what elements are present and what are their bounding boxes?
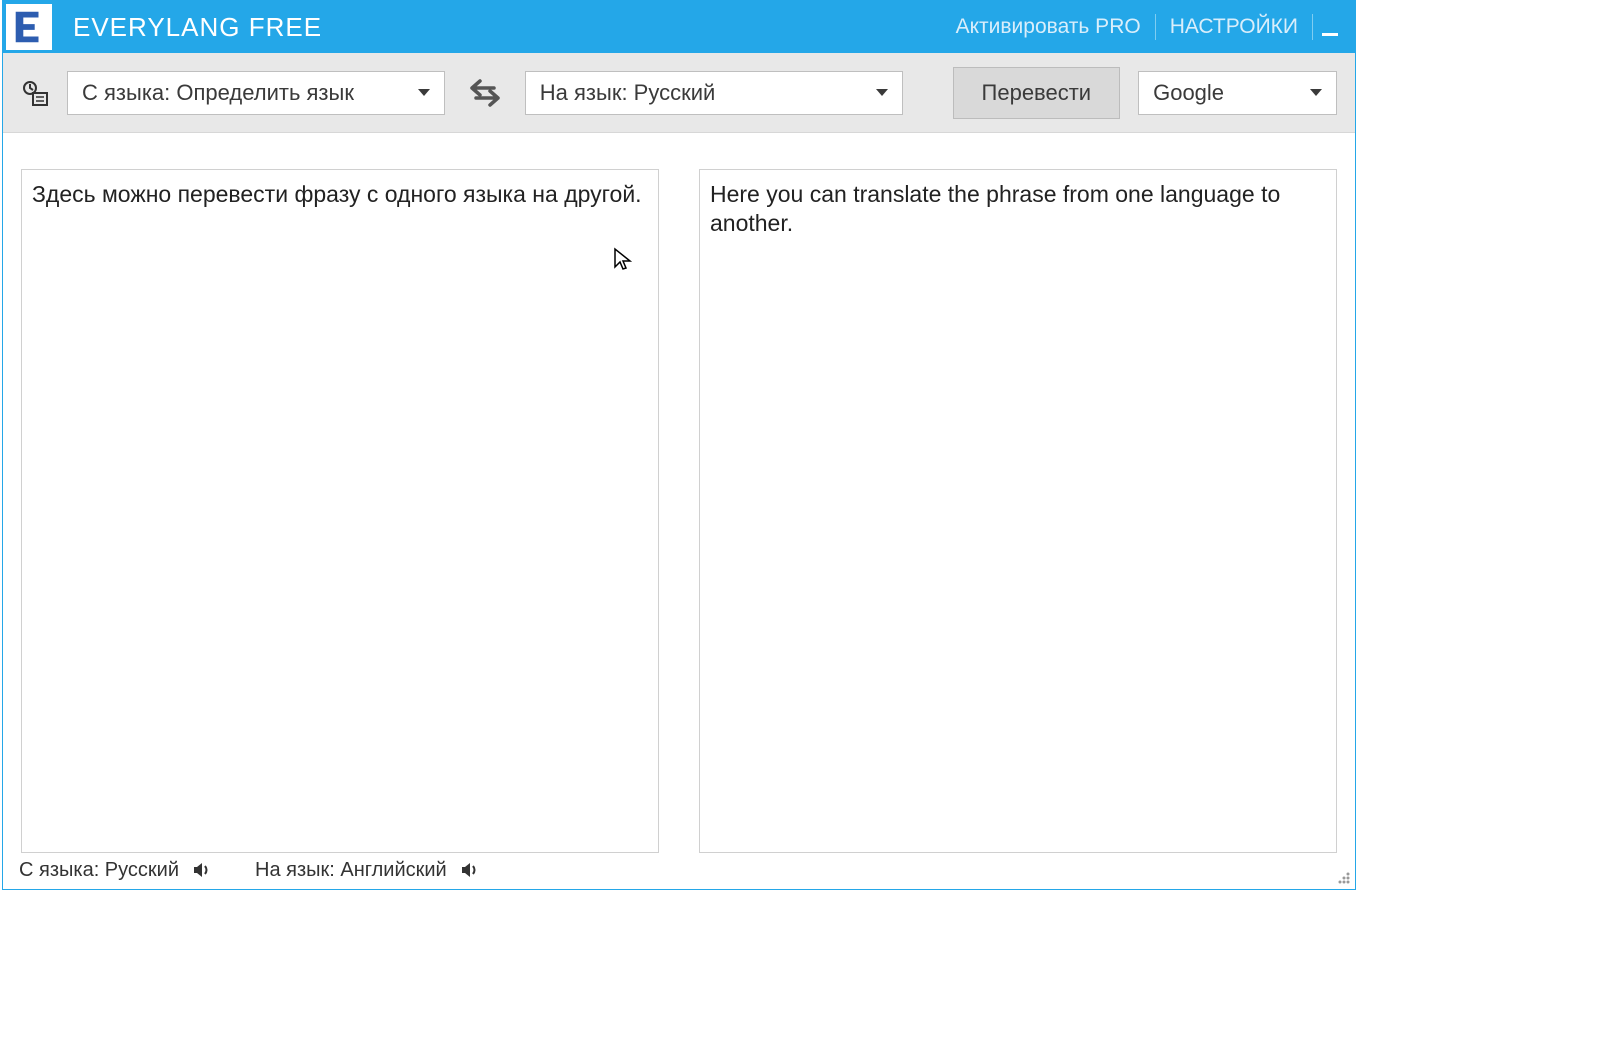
resize-grip[interactable] xyxy=(1334,868,1352,886)
content-area: Здесь можно перевести фразу с одного язы… xyxy=(3,133,1355,853)
speaker-icon[interactable] xyxy=(191,859,213,881)
from-language-label: С языка: Определить язык xyxy=(82,80,354,106)
from-language-dropdown[interactable]: С языка: Определить язык xyxy=(67,71,445,115)
app-logo xyxy=(6,4,52,50)
engine-label: Google xyxy=(1153,80,1224,106)
history-icon[interactable] xyxy=(21,79,49,107)
app-title: EVERYLANG FREE xyxy=(73,12,322,43)
engine-dropdown[interactable]: Google xyxy=(1138,71,1337,115)
chevron-down-icon xyxy=(876,89,888,96)
toolbar: С языка: Определить язык На язык: Русски… xyxy=(3,53,1355,133)
status-from-language: С языка: Русский xyxy=(19,859,179,882)
to-language-label: На язык: Русский xyxy=(540,80,716,106)
speaker-icon[interactable] xyxy=(459,859,481,881)
chevron-down-icon xyxy=(418,89,430,96)
swap-languages-button[interactable] xyxy=(463,71,507,115)
statusbar: С языка: Русский На язык: Английский xyxy=(3,853,1355,887)
target-text-pane[interactable]: Here you can translate the phrase from o… xyxy=(699,169,1337,853)
app-window: EVERYLANG FREE Активировать PRO НАСТРОЙК… xyxy=(2,0,1356,890)
to-language-dropdown[interactable]: На язык: Русский xyxy=(525,71,903,115)
translate-button[interactable]: Перевести xyxy=(953,67,1121,119)
settings-link[interactable]: НАСТРОЙКИ xyxy=(1156,15,1312,39)
activate-pro-link[interactable]: Активировать PRO xyxy=(942,15,1155,39)
minimize-button[interactable] xyxy=(1313,14,1347,40)
titlebar[interactable]: EVERYLANG FREE Активировать PRO НАСТРОЙК… xyxy=(3,1,1355,53)
source-text-pane[interactable]: Здесь можно перевести фразу с одного язы… xyxy=(21,169,659,853)
chevron-down-icon xyxy=(1310,89,1322,96)
status-to-language: На язык: Английский xyxy=(255,859,447,882)
